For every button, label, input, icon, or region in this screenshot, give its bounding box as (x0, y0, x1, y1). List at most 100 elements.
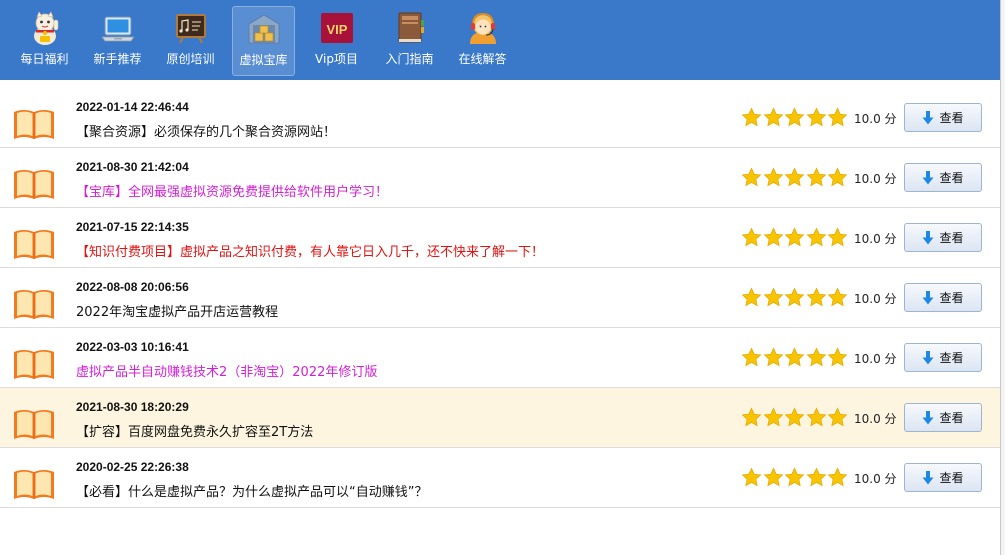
star-icon (806, 167, 828, 189)
view-button[interactable]: 查看 (904, 403, 982, 432)
star-icon (827, 347, 849, 369)
list-item[interactable]: 2021-08-30 18:20:29 【扩容】百度网盘免费永久扩容至2T方法 10… (0, 388, 1000, 448)
toolbar-item-label: 虚拟宝库 (239, 53, 288, 67)
view-button-label: 查看 (939, 411, 964, 425)
star-icon (763, 107, 785, 129)
toolbar-item-beginner-recommend[interactable]: 新手推荐 (81, 6, 154, 76)
toolbar-item-label: 新手推荐 (93, 52, 142, 66)
view-button[interactable]: 查看 (904, 463, 982, 492)
star-icon (806, 287, 828, 309)
open-book-icon (12, 226, 56, 260)
open-book-icon (12, 406, 56, 440)
star-icon (827, 287, 849, 309)
toolbar-item-getting-started[interactable]: 入门指南 (373, 6, 446, 76)
star-rating (741, 287, 849, 309)
item-title[interactable]: 【聚合资源】必须保存的几个聚合资源网站！ (76, 121, 336, 140)
toolbar-item-virtual-vault[interactable]: 虚拟宝库 (232, 6, 295, 76)
chalkboard-icon (173, 10, 209, 46)
item-score: 10.0 分 (854, 112, 897, 126)
list-item[interactable]: 2021-08-30 21:42:04 【宝库】全网最强虚拟资源免费提供给软件用户… (0, 148, 1000, 208)
download-arrow-icon (922, 290, 934, 305)
list-item[interactable]: 2022-03-03 10:16:41 虚拟产品半自动赚钱技术2（非淘宝）2022… (0, 328, 1000, 388)
star-icon (741, 407, 763, 429)
download-arrow-icon (922, 410, 934, 425)
item-title[interactable]: 虚拟产品半自动赚钱技术2（非淘宝）2022年修订版 (76, 361, 377, 380)
list-item[interactable]: 2021-07-15 22:14:35 【知识付费项目】虚拟产品之知识付费，有人靠… (0, 208, 1000, 268)
view-button[interactable]: 查看 (904, 223, 982, 252)
item-score: 10.0 分 (854, 232, 897, 246)
star-icon (827, 467, 849, 489)
download-arrow-icon (922, 350, 934, 365)
view-button[interactable]: 查看 (904, 343, 982, 372)
view-button-label: 查看 (939, 291, 964, 305)
star-rating (741, 167, 848, 189)
download-arrow-icon (922, 110, 934, 125)
toolbar-item-online-support[interactable]: 在线解答 (446, 6, 519, 76)
item-date: 2022-01-14 22:46:44 (76, 100, 189, 114)
star-icon (784, 407, 806, 429)
laptop-icon (100, 10, 136, 46)
star-icon (784, 107, 806, 129)
item-date: 2021-07-15 22:14:35 (76, 220, 189, 234)
star-icon (806, 407, 828, 429)
star-icon (763, 407, 785, 429)
list-item[interactable]: 2022-08-08 20:06:56 2022年淘宝虚拟产品开店运营教程 10.0… (0, 268, 1000, 328)
star-icon (784, 167, 806, 189)
star-icon (806, 467, 828, 489)
item-title[interactable]: 【知识付费项目】虚拟产品之知识付费，有人靠它日入几千，还不快来了解一下！ (76, 241, 544, 260)
star-rating (741, 107, 848, 129)
star-icon (741, 287, 763, 309)
app-window: 每日福利 新手推荐 原创培训 虚拟宝库 VIP Vip项目 入门指南 在线解答 … (0, 0, 1005, 555)
item-title[interactable]: 【扩容】百度网盘免费永久扩容至2T方法 (76, 421, 313, 440)
item-score: 10.0 分 (854, 172, 897, 186)
star-icon (763, 347, 785, 369)
item-date: 2022-03-03 10:16:41 (76, 340, 189, 354)
view-button[interactable]: 查看 (904, 283, 982, 312)
star-icon (784, 287, 806, 309)
view-button-label: 查看 (939, 111, 964, 125)
item-title[interactable]: 【宝库】全网最强虚拟资源免费提供给软件用户学习！ (76, 181, 388, 200)
star-rating (741, 347, 849, 369)
list-item[interactable]: 2022-01-14 22:46:44 【聚合资源】必须保存的几个聚合资源网站！ 1… (0, 88, 1000, 148)
item-score: 10.0 分 (854, 352, 897, 366)
vip-icon-text: VIP (326, 22, 347, 37)
toolbar-item-label: 每日福利 (20, 52, 69, 66)
open-book-icon (12, 286, 56, 320)
item-date: 2021-08-30 21:42:04 (76, 160, 189, 174)
item-title[interactable]: 2022年淘宝虚拟产品开店运营教程 (76, 301, 278, 320)
support-agent-icon (465, 10, 501, 46)
item-date: 2021-08-30 18:20:29 (76, 400, 189, 414)
item-title[interactable]: 【必看】什么是虚拟产品？为什么虚拟产品可以“自动赚钱”？ (76, 481, 427, 500)
open-book-icon (12, 106, 56, 140)
view-button-label: 查看 (939, 471, 964, 485)
toolbar-item-daily-welfare[interactable]: 每日福利 (8, 6, 81, 76)
toolbar-item-label: 原创培训 (166, 52, 215, 66)
star-rating (741, 227, 848, 249)
lucky-cat-icon (27, 10, 63, 46)
item-date: 2020-02-25 22:26:38 (76, 460, 189, 474)
warehouse-icon (246, 11, 282, 47)
item-score: 10.0 分 (854, 472, 897, 486)
star-icon (741, 167, 763, 189)
item-date: 2022-08-08 20:06:56 (76, 280, 189, 294)
vip-icon: VIP (319, 10, 355, 46)
toolbar-item-original-training[interactable]: 原创培训 (154, 6, 227, 76)
star-icon (741, 227, 763, 249)
resource-list: 2022-01-14 22:46:44 【聚合资源】必须保存的几个聚合资源网站！ 1… (0, 88, 1000, 508)
star-icon (741, 467, 763, 489)
open-book-icon (12, 166, 56, 200)
toolbar-item-label: Vip项目 (315, 52, 358, 66)
star-rating (741, 467, 849, 489)
item-score: 10.0 分 (854, 292, 897, 306)
star-icon (806, 347, 828, 369)
view-button[interactable]: 查看 (904, 163, 982, 192)
star-icon (827, 407, 849, 429)
star-icon (784, 227, 806, 249)
view-button[interactable]: 查看 (904, 103, 982, 132)
toolbar-item-vip-project[interactable]: VIP Vip项目 (300, 6, 373, 76)
toolbar-item-label: 入门指南 (385, 52, 434, 66)
item-score: 10.0 分 (854, 412, 897, 426)
list-item[interactable]: 2020-02-25 22:26:38 【必看】什么是虚拟产品？为什么虚拟产品可以… (0, 448, 1000, 508)
star-rating (741, 407, 849, 429)
view-button-label: 查看 (939, 231, 964, 245)
